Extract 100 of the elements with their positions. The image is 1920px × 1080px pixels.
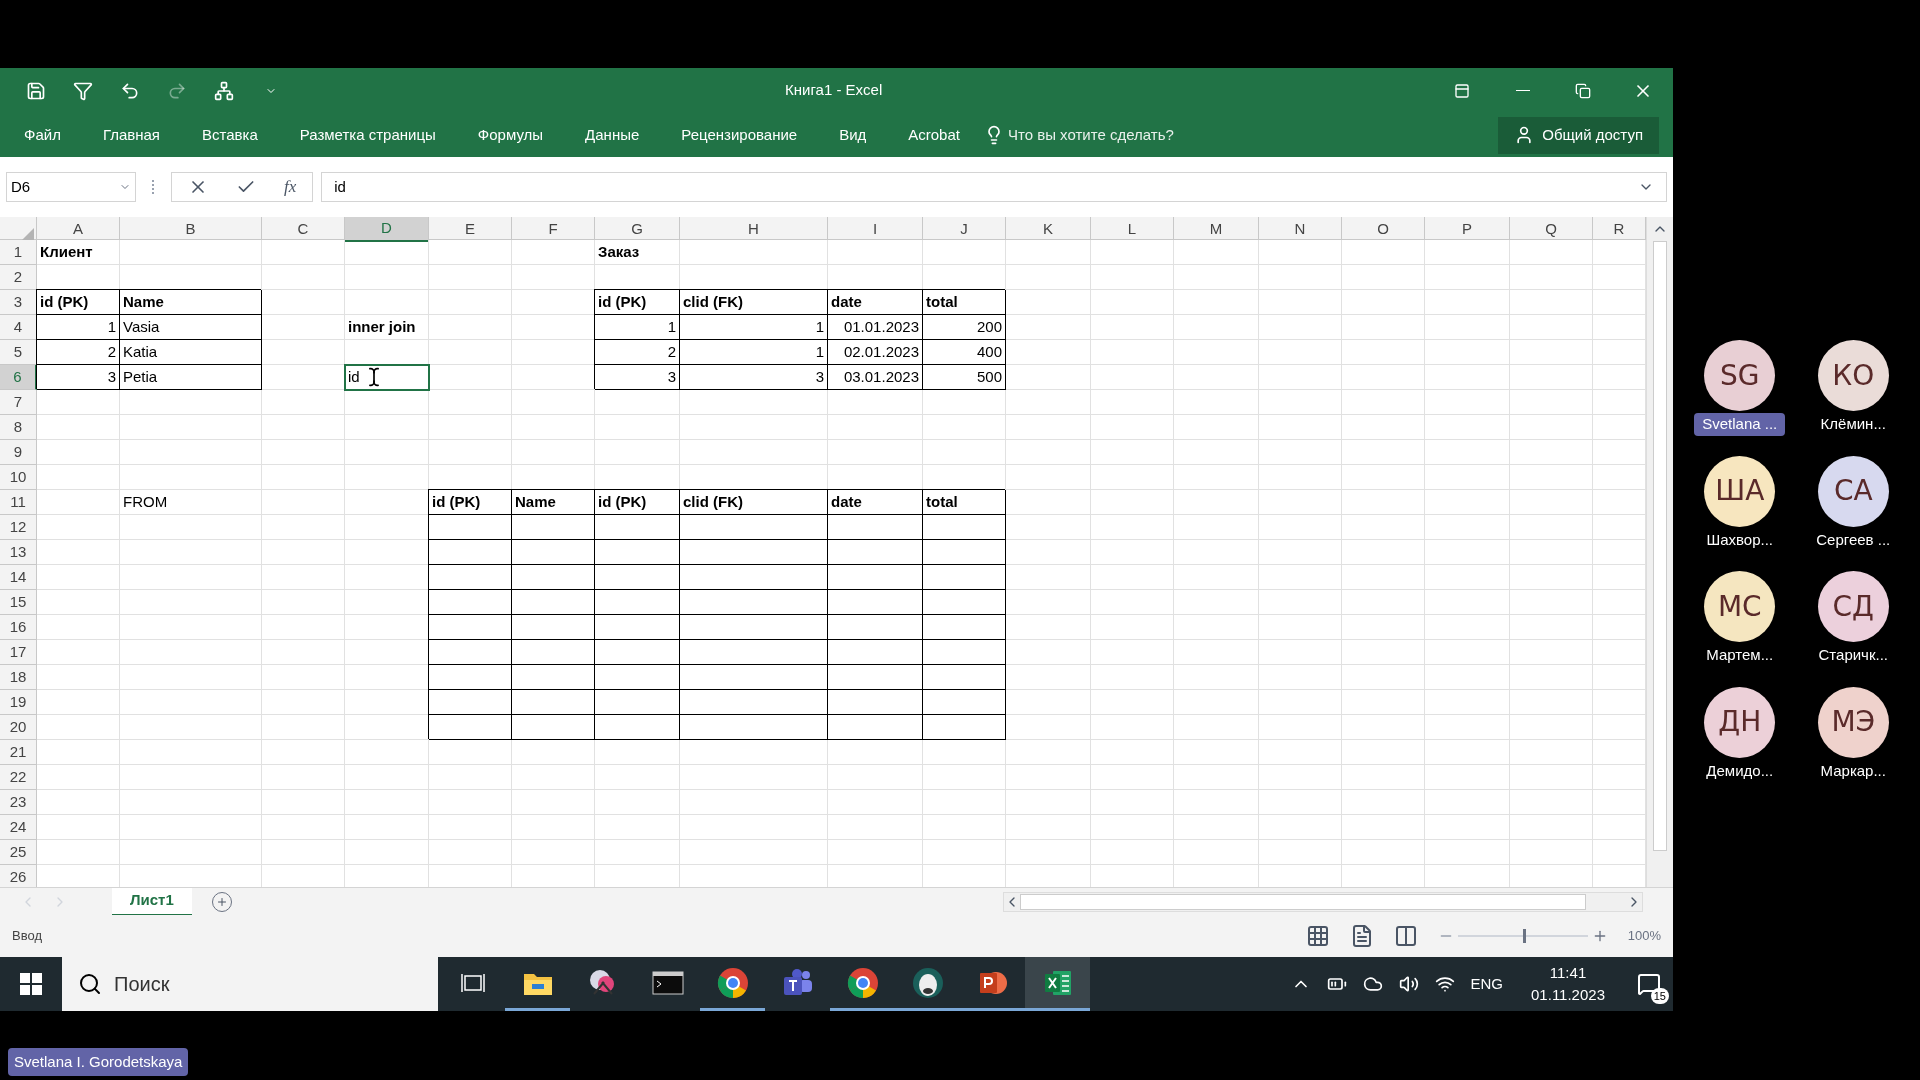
spreadsheet-cell[interactable]: FROM	[120, 490, 262, 515]
name-box[interactable]: D6	[6, 172, 136, 202]
column-header[interactable]: G	[595, 217, 680, 242]
spreadsheet-cell[interactable]: 1	[680, 315, 828, 340]
sheet-tab[interactable]: Лист1	[112, 887, 192, 916]
spreadsheet-cell[interactable]: 1	[37, 315, 120, 340]
row-header[interactable]: 26	[0, 865, 37, 887]
spreadsheet-cell[interactable]: Vasia	[120, 315, 262, 340]
taskbar-search-field[interactable]: Поиск	[62, 957, 438, 1011]
row-header[interactable]: 1	[0, 240, 37, 265]
column-header[interactable]: P	[1425, 217, 1510, 242]
spreadsheet-cell[interactable]: clid (FK)	[680, 290, 828, 315]
row-header[interactable]: 3	[0, 290, 37, 315]
spreadsheet-cell[interactable]: date	[828, 490, 923, 515]
spreadsheet-cell[interactable]: total	[923, 290, 1006, 315]
row-header[interactable]: 17	[0, 640, 37, 665]
page-break-icon[interactable]	[1393, 924, 1418, 948]
column-header[interactable]: J	[923, 217, 1006, 242]
row-header[interactable]: 12	[0, 515, 37, 540]
wifi-icon[interactable]	[1434, 974, 1455, 994]
spreadsheet-cell[interactable]: id (PK)	[429, 490, 512, 515]
ribbon-tab[interactable]: Вставка	[202, 123, 258, 147]
ribbon-tab[interactable]: Вид	[839, 123, 867, 147]
row-header[interactable]: 16	[0, 615, 37, 640]
column-header[interactable]: B	[120, 217, 262, 242]
language-indicator[interactable]: ENG	[1470, 972, 1504, 996]
spreadsheet-cell[interactable]: clid (FK)	[680, 490, 828, 515]
spreadsheet-cell[interactable]: inner join	[345, 315, 429, 340]
column-header[interactable]: L	[1091, 217, 1174, 242]
spreadsheet-cell[interactable]: Name	[512, 490, 595, 515]
spreadsheet-cell[interactable]: Petia	[120, 365, 262, 390]
column-header[interactable]: M	[1174, 217, 1259, 242]
spreadsheet-cell[interactable]: id (PK)	[37, 290, 120, 315]
spreadsheet-cell[interactable]: total	[923, 490, 1006, 515]
spreadsheet-cell[interactable]: 1	[595, 315, 680, 340]
spreadsheet-cell[interactable]	[429, 715, 512, 740]
row-header[interactable]: 23	[0, 790, 37, 815]
column-header[interactable]: Q	[1510, 217, 1593, 242]
row-header[interactable]: 9	[0, 440, 37, 465]
avatar[interactable]: МС	[1704, 571, 1776, 642]
row-header[interactable]: 10	[0, 465, 37, 490]
spreadsheet-cell[interactable]: 02.01.2023	[828, 340, 923, 365]
row-header[interactable]: 11	[0, 490, 37, 515]
row-header[interactable]: 7	[0, 390, 37, 415]
function-button[interactable]: fx	[284, 174, 297, 200]
column-header[interactable]: N	[1259, 217, 1342, 242]
row-header[interactable]: 22	[0, 765, 37, 790]
row-header[interactable]: 21	[0, 740, 37, 765]
row-header[interactable]: 8	[0, 415, 37, 440]
spreadsheet-cell[interactable]: 2	[37, 340, 120, 365]
row-header[interactable]: 20	[0, 715, 37, 740]
zoom-percent[interactable]: 100%	[1627, 926, 1661, 946]
tell-me-field[interactable]: Что вы хотите сделать?	[1008, 123, 1228, 147]
spreadsheet-cell[interactable]: 500	[923, 365, 1006, 390]
avatar[interactable]: СА	[1817, 455, 1889, 527]
spreadsheet-cell[interactable]: 03.01.2023	[828, 365, 923, 390]
avatar[interactable]: ДН	[1704, 686, 1776, 758]
spreadsheet-cell[interactable]: Клиент	[37, 240, 120, 265]
spreadsheet-cell[interactable]: Name	[120, 290, 262, 315]
column-header[interactable]: O	[1342, 217, 1425, 242]
ribbon-tab[interactable]: Главная	[102, 123, 160, 147]
spreadsheet-cell[interactable]: id	[345, 365, 429, 390]
spreadsheet-cell[interactable]: 01.01.2023	[828, 315, 923, 340]
column-header[interactable]: I	[828, 217, 923, 242]
horizontal-scrollbar[interactable]	[1003, 891, 1643, 912]
avatar[interactable]: ША	[1704, 455, 1776, 527]
row-header[interactable]: 5	[0, 340, 37, 365]
vertical-scrollbar[interactable]	[1646, 217, 1673, 887]
column-header[interactable]: K	[1006, 217, 1091, 242]
column-header[interactable]: E	[429, 217, 512, 242]
row-header[interactable]: 14	[0, 565, 37, 590]
avatar[interactable]: СД	[1817, 571, 1889, 642]
spreadsheet-cell[interactable]: 3	[595, 365, 680, 390]
column-header[interactable]: D	[345, 217, 429, 242]
spreadsheet-cell[interactable]: Заказ	[595, 240, 680, 265]
row-header[interactable]: 19	[0, 690, 37, 715]
ribbon-tab[interactable]: Данные	[585, 123, 640, 147]
ribbon-tab[interactable]: Acrobat	[908, 123, 960, 147]
spreadsheet-cell[interactable]: 200	[923, 315, 1006, 340]
spreadsheet-cell[interactable]: 400	[923, 340, 1006, 365]
column-header[interactable]: A	[37, 217, 120, 242]
spreadsheet-cell[interactable]: 2	[595, 340, 680, 365]
spreadsheet-cell[interactable]	[923, 715, 1006, 740]
taskbar-app-button[interactable]	[1025, 957, 1090, 1011]
column-header[interactable]: H	[680, 217, 828, 242]
volume-icon[interactable]	[1398, 974, 1419, 994]
formula-field[interactable]: id	[321, 172, 1667, 202]
spreadsheet-cell[interactable]: id (PK)	[595, 290, 680, 315]
row-header[interactable]: 4	[0, 315, 37, 340]
spreadsheet-cell[interactable]: Katia	[120, 340, 262, 365]
ribbon-tab[interactable]: Файл	[24, 123, 61, 147]
zoom-slider[interactable]	[1457, 929, 1588, 943]
row-header[interactable]: 13	[0, 540, 37, 565]
spreadsheet-cell[interactable]: date	[828, 290, 923, 315]
ribbon-tab[interactable]: Формулы	[477, 123, 544, 147]
row-header[interactable]: 2	[0, 265, 37, 290]
ribbon-tab[interactable]: Разметка страницы	[299, 123, 436, 147]
column-header[interactable]: F	[512, 217, 595, 242]
avatar[interactable]: МЭ	[1817, 686, 1889, 758]
spreadsheet-cell[interactable]: 3	[680, 365, 828, 390]
